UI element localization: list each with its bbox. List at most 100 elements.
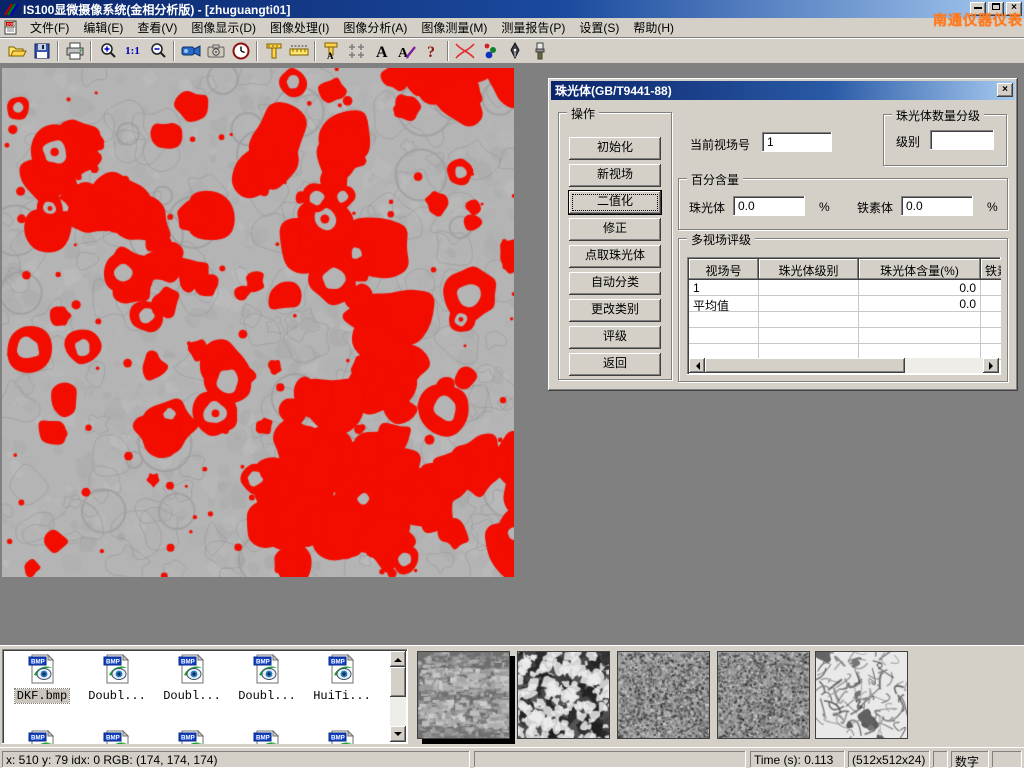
rate-button[interactable]: 评级 [569, 326, 661, 349]
file-list-scrollbar[interactable] [390, 651, 406, 742]
file-label[interactable]: HuiTi... [311, 689, 373, 703]
color-classify-icon[interactable] [477, 40, 502, 62]
text-icon[interactable]: A [369, 40, 394, 62]
file-item[interactable]: BMP HuiTi... [306, 653, 378, 703]
video-camera-icon[interactable] [178, 40, 203, 62]
dialog-close-icon[interactable]: × [997, 83, 1013, 97]
zoom-out-icon[interactable] [145, 40, 170, 62]
status-empty-1 [474, 751, 746, 768]
svg-text:BMP: BMP [331, 735, 345, 742]
pen-icon[interactable] [502, 40, 527, 62]
table-row[interactable]: 平均值 0.0 [689, 296, 1001, 312]
file-list[interactable]: BMP DKF.bmp BMP Doubl... BMP [2, 649, 408, 744]
grid-mark-icon[interactable] [344, 40, 369, 62]
file-item[interactable]: BMP [156, 729, 228, 744]
menu-view[interactable]: 查看(V) [130, 17, 184, 38]
correct-button[interactable]: 修正 [569, 218, 661, 241]
current-field-label: 当前视场号 [690, 136, 750, 153]
col-pearlite-content[interactable]: 珠光体含量(%) [859, 259, 981, 280]
measure-text-icon[interactable]: A [319, 40, 344, 62]
menu-file[interactable]: 文件(F) [23, 17, 76, 38]
scrollbar-thumb[interactable] [705, 358, 905, 373]
menu-help[interactable]: 帮助(H) [626, 17, 681, 38]
col-pearlite-grade[interactable]: 珠光体级别 [759, 259, 859, 280]
ruler-icon[interactable] [286, 40, 311, 62]
dialog-title-bar[interactable]: 珠光体(GB/T9441-88) × [551, 81, 1015, 100]
status-time: Time (s): 0.113 [750, 751, 845, 768]
text-edit-icon[interactable]: A [394, 40, 419, 62]
col-field-no[interactable]: 视场号 [689, 259, 759, 280]
title-bar: IS100显微摄像系统(金相分析版) - [zhuguangti01] × [0, 0, 1024, 18]
menu-edit[interactable]: 编辑(E) [76, 17, 130, 38]
file-label[interactable]: Doubl... [161, 689, 223, 703]
zoom-in-icon[interactable] [95, 40, 120, 62]
file-item[interactable]: BMP Doubl... [231, 653, 303, 703]
menu-image-process[interactable]: 图像处理(I) [263, 17, 336, 38]
scrollbar-thumb[interactable] [390, 667, 406, 697]
save-icon[interactable] [29, 40, 54, 62]
help-icon[interactable]: ? [419, 40, 444, 62]
pearlite-dialog: 珠光体(GB/T9441-88) × 操作 初始化 新视场 二值化 修正 点取珠… [548, 78, 1018, 391]
file-item[interactable]: BMP [6, 729, 78, 744]
vendor-watermark: 南通仪器仪表 [933, 10, 1023, 30]
thumbnail-2[interactable] [517, 651, 610, 739]
thumbnail-1[interactable] [417, 651, 510, 739]
menu-settings[interactable]: 设置(S) [572, 17, 626, 38]
pearlite-percent-input[interactable]: 0.0 [733, 196, 805, 216]
file-item[interactable]: BMP [81, 729, 153, 744]
thumbnail-3[interactable] [617, 651, 710, 739]
init-button[interactable]: 初始化 [569, 137, 661, 160]
print-icon[interactable] [62, 40, 87, 62]
window-title: IS100显微摄像系统(金相分析版) - [zhuguangti01] [23, 1, 290, 18]
curve-tool-icon[interactable] [452, 40, 477, 62]
document-icon[interactable]: DOC [3, 20, 19, 35]
thumbnail-4[interactable] [717, 651, 810, 739]
scroll-down-icon[interactable] [390, 726, 406, 742]
file-item[interactable]: BMP DKF.bmp [6, 653, 78, 703]
ferrite-percent-input[interactable]: 0.0 [901, 196, 973, 216]
menu-measure-report[interactable]: 测量报告(P) [494, 17, 572, 38]
new-field-button[interactable]: 新视场 [569, 164, 661, 187]
caliper-icon[interactable] [261, 40, 286, 62]
file-item[interactable]: BMP Doubl... [81, 653, 153, 703]
app-logo-icon [3, 2, 19, 16]
clock-icon[interactable] [228, 40, 253, 62]
col-ferrite-content[interactable]: 铁素体含量(%) [981, 259, 1001, 280]
menu-image-analysis[interactable]: 图像分析(A) [336, 17, 414, 38]
micrograph-image[interactable] [2, 68, 514, 577]
actual-size-icon[interactable]: 1:1 [120, 40, 145, 62]
bmp-file-icon: BMP [26, 653, 58, 685]
status-empty-3 [992, 751, 1022, 768]
file-item[interactable]: BMP [306, 729, 378, 744]
capture-camera-icon[interactable] [203, 40, 228, 62]
return-button[interactable]: 返回 [569, 353, 661, 376]
scroll-up-icon[interactable] [390, 651, 406, 667]
current-field-input[interactable]: 1 [762, 132, 832, 152]
open-icon[interactable] [4, 40, 29, 62]
binarize-button[interactable]: 二值化 [569, 191, 661, 214]
table-horizontal-scrollbar[interactable] [689, 358, 999, 373]
scroll-right-icon[interactable] [983, 358, 999, 373]
file-label[interactable]: DKF.bmp [15, 689, 69, 703]
change-class-button[interactable]: 更改类别 [569, 299, 661, 322]
svg-text:A: A [376, 44, 388, 60]
grade-input[interactable] [930, 130, 994, 150]
scroll-left-icon[interactable] [689, 358, 705, 373]
rating-table[interactable]: 视场号 珠光体级别 珠光体含量(%) 铁素体含量(%) 1 0.0 平均值 [687, 257, 1001, 375]
table-row[interactable] [689, 328, 1001, 344]
file-item[interactable]: BMP Doubl... [156, 653, 228, 703]
svg-text:BMP: BMP [256, 659, 270, 666]
thumbnail-5[interactable] [815, 651, 908, 739]
table-row[interactable] [689, 312, 1001, 328]
bmp-file-icon: BMP [176, 653, 208, 685]
menu-image-display[interactable]: 图像显示(D) [184, 17, 263, 38]
ferrite-label: 铁素体 [857, 199, 893, 216]
pick-pearlite-button[interactable]: 点取珠光体 [569, 245, 661, 268]
file-item[interactable]: BMP [231, 729, 303, 744]
file-label[interactable]: Doubl... [236, 689, 298, 703]
file-label[interactable]: Doubl... [86, 689, 148, 703]
table-row[interactable]: 1 0.0 [689, 280, 1001, 296]
brush-icon[interactable] [527, 40, 552, 62]
auto-classify-button[interactable]: 自动分类 [569, 272, 661, 295]
menu-image-measure[interactable]: 图像测量(M) [414, 17, 494, 38]
